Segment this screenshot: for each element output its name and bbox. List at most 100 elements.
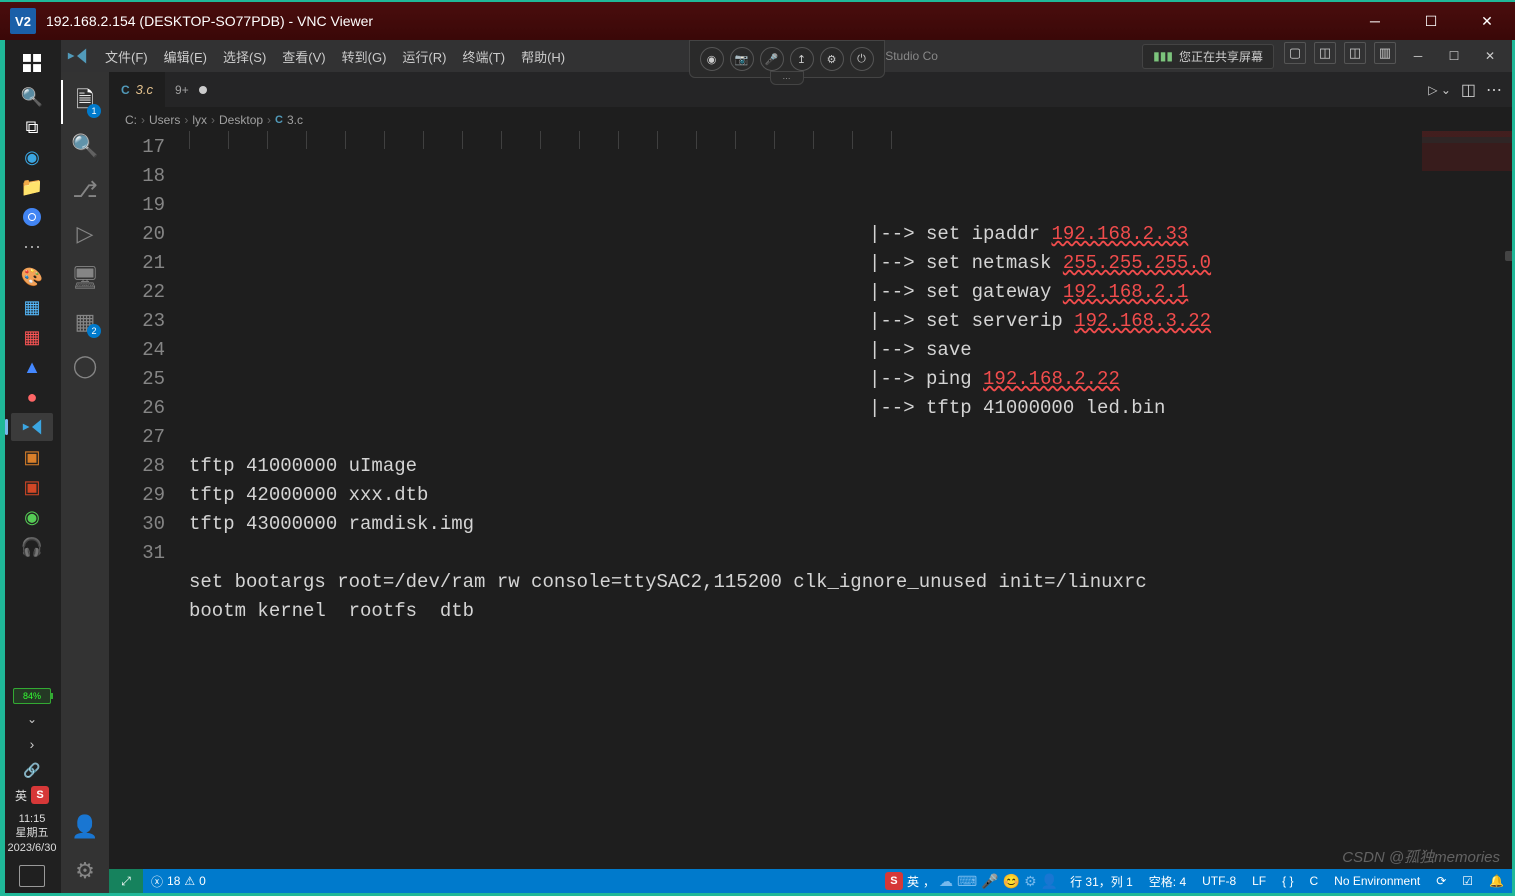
taskbar-clock[interactable]: 11:15 星期五 2023/6/30 bbox=[8, 812, 57, 855]
session-power-icon[interactable]: ⏻ bbox=[850, 47, 874, 71]
encoding-indicator[interactable]: UTF-8 bbox=[1194, 869, 1244, 893]
vscode-close-button[interactable]: ✕ bbox=[1474, 42, 1506, 70]
run-debug-icon[interactable]: ▷ bbox=[61, 212, 109, 256]
kb-icon-1: ☁ bbox=[939, 873, 953, 890]
eol-indicator[interactable]: LF bbox=[1244, 869, 1274, 893]
taskbar-app-7[interactable]: ▣ bbox=[11, 443, 53, 471]
chrome-icon[interactable] bbox=[11, 203, 53, 231]
vscode-minimize-button[interactable]: ─ bbox=[1402, 42, 1434, 70]
status-more-2[interactable]: ☑ bbox=[1454, 869, 1481, 893]
statusbar: ⤢ ⓧ18 ⚠0 S 英 ， ☁ ⌨ 🎤 😊 bbox=[109, 869, 1512, 893]
split-editor-icon[interactable]: ◫ bbox=[1461, 80, 1476, 100]
problems-indicator[interactable]: ⓧ18 ⚠0 bbox=[143, 869, 214, 893]
taskbar-app-2[interactable]: 🎨 bbox=[11, 263, 53, 291]
start-button[interactable] bbox=[11, 45, 53, 81]
vnc-close-button[interactable]: ✕ bbox=[1459, 1, 1515, 41]
menu-file[interactable]: 文件(F) bbox=[97, 43, 156, 70]
edge-icon[interactable]: ◉ bbox=[11, 143, 53, 171]
menu-help[interactable]: 帮助(H) bbox=[513, 43, 573, 70]
menu-selection[interactable]: 选择(S) bbox=[215, 43, 274, 70]
remote-indicator-icon[interactable]: ⤢ bbox=[109, 869, 143, 893]
editor-area: C 3.c 9+ ▷ ⌄ ◫ ⋯ C:› Users› bbox=[109, 72, 1512, 893]
run-triangle-icon[interactable]: ▷ ⌄ bbox=[1428, 83, 1451, 97]
session-mic-icon[interactable]: 🎤 bbox=[760, 47, 784, 71]
dirty-indicator-icon bbox=[199, 86, 207, 94]
layout-toggle-1[interactable]: ▢ bbox=[1284, 42, 1306, 64]
ime-statusbar[interactable]: S 英 ， ☁ ⌨ 🎤 😊 ⚙ 👤 bbox=[885, 872, 1058, 890]
session-upload-icon[interactable]: ↥ bbox=[790, 47, 814, 71]
scrollbar[interactable] bbox=[1501, 131, 1512, 869]
vnc-maximize-button[interactable]: ☐ bbox=[1403, 1, 1459, 41]
vnc-logo-icon: V2 bbox=[10, 8, 36, 34]
taskbar-app-4[interactable]: ▦ bbox=[11, 323, 53, 351]
braces-indicator[interactable]: { } bbox=[1274, 869, 1301, 893]
search-icon[interactable]: 🔍 bbox=[11, 83, 53, 111]
watermark: CSDN @孤独memories bbox=[1342, 846, 1500, 867]
breadcrumb[interactable]: C:› Users› lyx› Desktop› C 3.c bbox=[109, 107, 1512, 131]
taskbar-app-6[interactable]: ● bbox=[11, 383, 53, 411]
language-indicator[interactable]: C bbox=[1302, 869, 1327, 893]
session-camera-icon[interactable]: 📷 bbox=[730, 47, 754, 71]
status-more-1[interactable]: ⟳ bbox=[1428, 869, 1454, 893]
menu-run[interactable]: 运行(R) bbox=[394, 43, 454, 70]
menu-terminal[interactable]: 终端(T) bbox=[454, 43, 513, 70]
code-content[interactable]: |--> set ipaddr 192.168.2.33|--> set net… bbox=[189, 131, 1512, 869]
session-settings-icon[interactable]: ⚙ bbox=[820, 47, 844, 71]
menu-edit[interactable]: 编辑(E) bbox=[156, 43, 215, 70]
layout-toggle-4[interactable]: ▥ bbox=[1374, 42, 1396, 64]
menu-view[interactable]: 查看(V) bbox=[274, 43, 333, 70]
menu-go[interactable]: 转到(G) bbox=[334, 43, 395, 70]
extensions-icon[interactable]: ▦2 bbox=[61, 300, 109, 344]
cursor-position[interactable]: 行 31，列 1 bbox=[1062, 869, 1141, 893]
layout-toggle-2[interactable]: ◫ bbox=[1314, 42, 1336, 64]
source-control-icon[interactable]: ⎇ bbox=[61, 168, 109, 212]
line-gutter: 171819202122232425262728293031 bbox=[109, 131, 189, 869]
tray-chevron-icon[interactable]: › bbox=[30, 736, 35, 752]
explorer-icon[interactable]: 🗎1 bbox=[61, 80, 109, 124]
tab-more-icon[interactable]: ⋯ bbox=[1486, 80, 1502, 100]
accounts-icon[interactable]: 👤 bbox=[61, 805, 109, 849]
status-bell-icon[interactable]: 🔔 bbox=[1481, 869, 1512, 893]
vnc-minimize-button[interactable]: ─ bbox=[1347, 1, 1403, 41]
vscode-taskbar-icon[interactable] bbox=[11, 413, 53, 441]
settings-gear-icon[interactable]: ⚙ bbox=[61, 849, 109, 893]
indent-indicator[interactable]: 空格: 4 bbox=[1141, 869, 1194, 893]
file-explorer-icon[interactable]: 📁 bbox=[11, 173, 53, 201]
vnc-window-title: 192.168.2.154 (DESKTOP-SO77PDB) - VNC Vi… bbox=[46, 13, 1347, 29]
tray-link-icon[interactable]: 🔗 bbox=[11, 759, 53, 781]
taskbar-app-8[interactable]: ▣ bbox=[11, 473, 53, 501]
taskbar-app-3[interactable]: ▦ bbox=[11, 293, 53, 321]
kb-icon-2: ⌨ bbox=[957, 873, 977, 890]
vscode-window: ◉ 📷 🎤 ↥ ⚙ ⏻ ⋯ 文件(F) 编辑(E) 选择(S) 查看(V) 转到… bbox=[61, 40, 1512, 893]
vscode-logo-icon bbox=[67, 46, 87, 66]
battery-indicator[interactable]: 84% bbox=[13, 688, 51, 704]
session-toolbar-handle[interactable]: ⋯ bbox=[770, 71, 804, 85]
minimap[interactable] bbox=[1422, 131, 1512, 171]
floating-session-toolbar[interactable]: ◉ 📷 🎤 ↥ ⚙ ⏻ ⋯ bbox=[689, 40, 885, 78]
ime-indicator[interactable]: 英 S bbox=[15, 786, 49, 804]
layout-toggle-3[interactable]: ◫ bbox=[1344, 42, 1366, 64]
taskbar-app-10[interactable]: 🎧 bbox=[11, 533, 53, 561]
c-file-icon: C bbox=[121, 83, 130, 97]
env-indicator[interactable]: No Environment bbox=[1326, 869, 1428, 893]
task-view-icon[interactable]: ⧉ bbox=[11, 113, 53, 141]
windows-taskbar: 🔍 ⧉ ◉ 📁 ⋯ 🎨 ▦ ▦ ▲ ● ▣ ▣ ◉ 🎧 84% ⌄ › 🔗 英 … bbox=[3, 40, 61, 893]
taskbar-app-1[interactable]: ⋯ bbox=[11, 233, 53, 261]
vnc-titlebar: V2 192.168.2.154 (DESKTOP-SO77PDB) - VNC… bbox=[0, 0, 1515, 40]
vscode-maximize-button[interactable]: ☐ bbox=[1438, 42, 1470, 70]
screen-share-badge[interactable]: ▮▮▮ 您正在共享屏幕 bbox=[1142, 44, 1274, 69]
kb-icon-3: 🎤 bbox=[981, 873, 998, 890]
tray-expand-icon[interactable]: ⌄ bbox=[11, 709, 53, 729]
notification-icon[interactable] bbox=[19, 865, 45, 887]
kb-icon-5: ⚙ bbox=[1024, 873, 1037, 890]
taskbar-app-5[interactable]: ▲ bbox=[11, 353, 53, 381]
session-record-icon[interactable]: ◉ bbox=[700, 47, 724, 71]
search-activity-icon[interactable]: 🔍 bbox=[61, 124, 109, 168]
taskbar-app-9[interactable]: ◉ bbox=[11, 503, 53, 531]
kb-icon-4: 😊 bbox=[1003, 873, 1020, 890]
code-editor[interactable]: 171819202122232425262728293031 |--> set … bbox=[109, 131, 1512, 869]
remote-explorer-icon[interactable]: 🖥 bbox=[61, 256, 109, 300]
tab-3c[interactable]: C 3.c bbox=[109, 72, 165, 107]
github-icon[interactable]: ◯ bbox=[61, 344, 109, 388]
indent-guides bbox=[189, 131, 1512, 151]
